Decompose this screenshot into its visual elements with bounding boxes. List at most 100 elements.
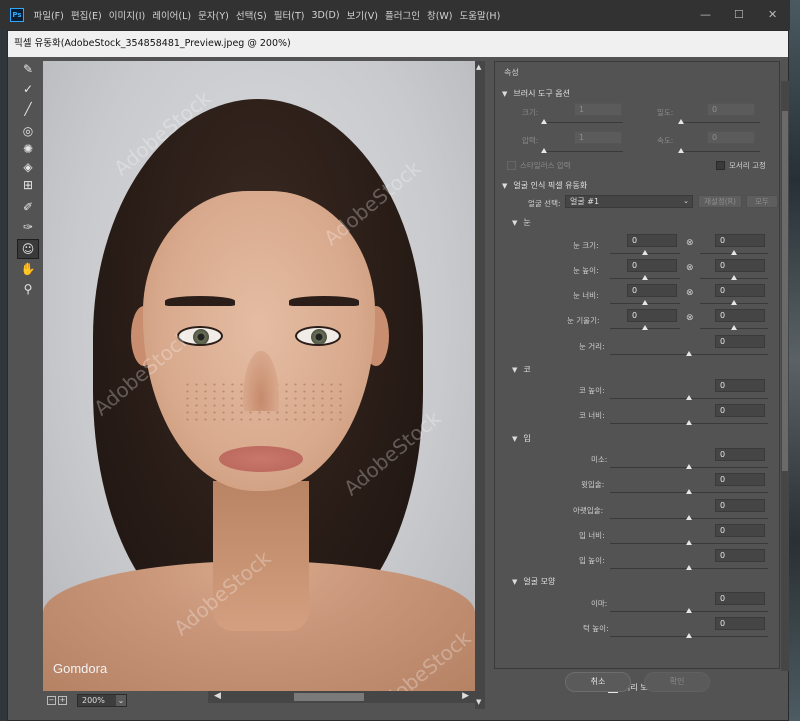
nose-height-field[interactable]: 0	[715, 379, 765, 392]
all-button[interactable]: 모두	[746, 195, 778, 208]
scroll-down-icon[interactable]: ▼	[476, 698, 481, 706]
bloat-tool-icon[interactable]: ◈	[17, 157, 39, 177]
eye-width-left-slider[interactable]	[610, 300, 680, 305]
menu-plugins[interactable]: 플러그인	[381, 8, 423, 22]
menu-type[interactable]: 문자(Y)	[195, 8, 233, 22]
menu-filter[interactable]: 필터(T)	[270, 8, 308, 22]
upper-lip-field[interactable]: 0	[715, 473, 765, 486]
twirl-tool-icon[interactable]: ◎	[17, 121, 39, 141]
panel-scroll-thumb[interactable]	[782, 111, 788, 471]
chin-height-field[interactable]: 0	[715, 617, 765, 630]
cancel-button[interactable]: 취소	[565, 672, 631, 692]
smooth-tool-icon[interactable]: ╱	[17, 99, 39, 119]
scroll-up-icon[interactable]: ▲	[476, 63, 481, 71]
canvas-vertical-scrollbar[interactable]: ▲ ▼	[475, 61, 485, 709]
eye-tilt-left-slider[interactable]	[610, 325, 680, 330]
panel-scrollbar[interactable]	[781, 81, 789, 671]
lower-lip-slider[interactable]	[610, 515, 768, 520]
nose-section[interactable]: ▼ 코	[512, 364, 531, 375]
eye-size-left-slider[interactable]	[610, 250, 680, 255]
size-field[interactable]: 1	[574, 103, 622, 116]
link-icon[interactable]: ⊗	[686, 313, 694, 323]
eye-size-right-slider[interactable]	[700, 250, 768, 255]
lower-lip-field[interactable]: 0	[715, 499, 765, 512]
size-slider[interactable]	[541, 119, 623, 124]
mouth-height-field[interactable]: 0	[715, 549, 765, 562]
pucker-tool-icon[interactable]: ✺	[17, 139, 39, 159]
menu-file[interactable]: 파일(F)	[30, 8, 67, 22]
smile-slider[interactable]	[610, 464, 768, 469]
mouth-width-field[interactable]: 0	[715, 524, 765, 537]
forehead-slider[interactable]	[610, 608, 768, 613]
pressure-slider[interactable]	[541, 148, 623, 153]
link-icon[interactable]: ⊗	[686, 263, 694, 273]
pressure-field[interactable]: 1	[574, 131, 622, 144]
zoom-tool-icon[interactable]: ⚲	[17, 279, 39, 299]
nose-width-slider[interactable]	[610, 420, 768, 425]
menu-layer[interactable]: 레이어(L)	[149, 8, 195, 22]
face-tool-icon[interactable]: ☺	[17, 239, 39, 259]
scroll-thumb[interactable]	[294, 693, 364, 701]
chin-height-slider[interactable]	[610, 633, 768, 638]
eye-tilt-left-field[interactable]: 0	[627, 309, 677, 322]
select-face-dropdown[interactable]: 얼굴 #1 ⌄	[565, 195, 693, 208]
face-shape-section[interactable]: ▼ 얼굴 모양	[512, 576, 555, 587]
smile-field[interactable]: 0	[715, 448, 765, 461]
canvas-area[interactable]: AdobeStock AdobeStock AdobeStock AdobeSt…	[43, 61, 475, 691]
menu-view[interactable]: 보기(V)	[343, 8, 381, 22]
hand-tool-icon[interactable]: ✋	[17, 259, 39, 279]
thaw-mask-tool-icon[interactable]: ✑	[17, 217, 39, 237]
scroll-left-icon[interactable]: ◀	[214, 691, 221, 701]
eye-width-right-slider[interactable]	[700, 300, 768, 305]
link-icon[interactable]: ⊗	[686, 288, 694, 298]
nose-height-slider[interactable]	[610, 395, 768, 400]
density-field[interactable]: 0	[707, 103, 755, 116]
eye-tilt-right-slider[interactable]	[700, 325, 768, 330]
reconstruct-tool-icon[interactable]: ✓	[17, 79, 39, 99]
menu-3d[interactable]: 3D(D)	[308, 10, 343, 21]
freeze-mask-tool-icon[interactable]: ✐	[17, 197, 39, 217]
density-slider[interactable]	[678, 119, 760, 124]
rate-field[interactable]: 0	[707, 131, 755, 144]
nose-width-field[interactable]: 0	[715, 404, 765, 417]
eye-width-left-field[interactable]: 0	[627, 284, 677, 297]
mouth-section[interactable]: ▼ 입	[512, 433, 531, 444]
reset-button[interactable]: 재설정(R)	[698, 195, 742, 208]
menu-help[interactable]: 도움말(H)	[456, 8, 504, 22]
link-icon[interactable]: ⊗	[686, 238, 694, 248]
rate-slider[interactable]	[678, 148, 760, 153]
eye-height-left-field[interactable]: 0	[627, 259, 677, 272]
minimize-icon[interactable]: —	[700, 8, 711, 21]
brush-options-section[interactable]: ▼ 브러시 도구 옵션	[502, 88, 570, 99]
eye-distance-slider[interactable]	[610, 351, 768, 356]
zoom-in-icon[interactable]: +	[58, 695, 67, 705]
forward-warp-tool-icon[interactable]: ✎	[17, 59, 39, 79]
eye-width-right-field[interactable]: 0	[715, 284, 765, 297]
eye-tilt-right-field[interactable]: 0	[715, 309, 765, 322]
pin-edges-checkbox[interactable]: 모서리 고정	[716, 160, 766, 171]
maximize-icon[interactable]: ☐	[734, 8, 744, 21]
eye-size-left-field[interactable]: 0	[627, 234, 677, 247]
menu-edit[interactable]: 편집(E)	[67, 8, 105, 22]
eye-height-right-field[interactable]: 0	[715, 259, 765, 272]
eye-height-right-slider[interactable]	[700, 275, 768, 280]
stylus-pressure-checkbox[interactable]: 스타일러스 압력	[507, 160, 571, 171]
forehead-field[interactable]: 0	[715, 592, 765, 605]
close-icon[interactable]: ✕	[768, 8, 777, 21]
eye-height-left-slider[interactable]	[610, 275, 680, 280]
face-aware-section[interactable]: ▼ 얼굴 인식 픽셀 유동화	[502, 180, 587, 191]
push-left-tool-icon[interactable]: ⊞	[17, 175, 39, 195]
eye-distance-field[interactable]: 0	[715, 335, 765, 348]
upper-lip-slider[interactable]	[610, 489, 768, 494]
ok-button[interactable]: 확인	[644, 672, 710, 692]
zoom-out-icon[interactable]: −	[47, 695, 56, 705]
menu-image[interactable]: 이미지(I)	[105, 8, 148, 22]
menu-window[interactable]: 창(W)	[423, 8, 456, 22]
eyes-section[interactable]: ▼ 눈	[512, 217, 531, 228]
mouth-width-slider[interactable]	[610, 540, 768, 545]
menu-select[interactable]: 선택(S)	[232, 8, 270, 22]
zoom-level-select[interactable]: 200% ⌄	[77, 693, 127, 707]
eye-size-right-field[interactable]: 0	[715, 234, 765, 247]
canvas-horizontal-scrollbar[interactable]: ◀ ▶	[208, 691, 475, 703]
mouth-height-slider[interactable]	[610, 565, 768, 570]
